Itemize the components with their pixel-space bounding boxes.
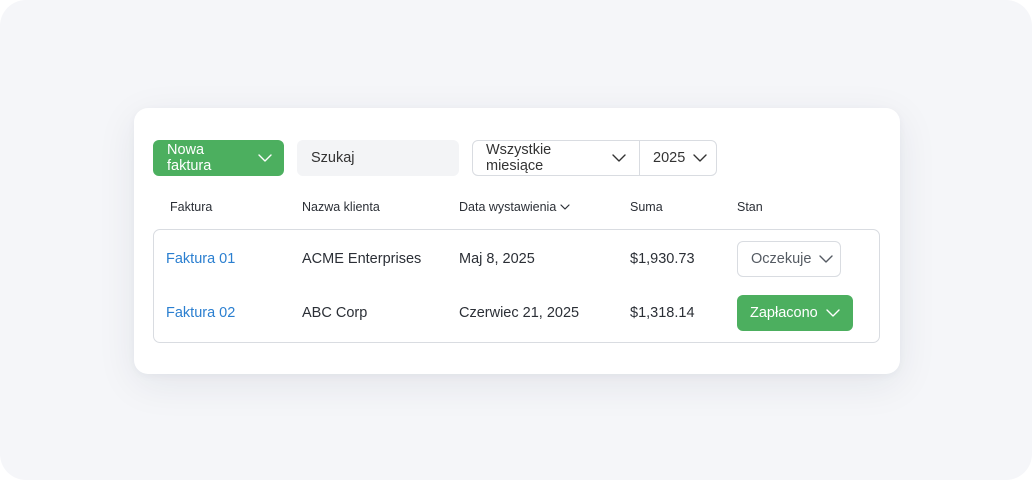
status-label: Zapłacono xyxy=(750,305,818,321)
column-header-label: Nazwa klienta xyxy=(302,200,380,214)
column-header-label: Faktura xyxy=(170,200,213,214)
invoice-link[interactable]: Faktura 01 xyxy=(166,241,235,277)
column-header-invoice[interactable]: Faktura xyxy=(170,200,212,214)
invoice-card: Nowa faktura Szukaj Wszystkie miesiące 2… xyxy=(134,108,900,374)
date-filter-group: Wszystkie miesiące 2025 xyxy=(472,140,717,176)
month-filter-dropdown[interactable]: Wszystkie miesiące xyxy=(473,141,640,175)
table-row: Faktura 02 ABC Corp Czerwiec 21, 2025 $1… xyxy=(154,295,879,331)
chevron-down-icon xyxy=(258,151,272,165)
sort-chevron-down-icon xyxy=(560,204,570,210)
issue-date: Czerwiec 21, 2025 xyxy=(459,305,580,321)
chevron-down-icon xyxy=(693,151,707,165)
status-cell: Oczekuje xyxy=(737,241,841,277)
chevron-down-icon xyxy=(612,151,626,165)
column-header-date[interactable]: Data wystawienia xyxy=(459,200,570,214)
client-name: ACME Enterprises xyxy=(302,251,422,267)
status-label: Oczekuje xyxy=(751,251,812,267)
column-header-total[interactable]: Suma xyxy=(630,200,663,214)
year-filter-dropdown[interactable]: 2025 xyxy=(640,141,716,175)
column-header-label: Stan xyxy=(737,200,763,214)
year-filter-value: 2025 xyxy=(653,150,686,166)
chevron-down-icon xyxy=(826,306,840,320)
status-dropdown-pending[interactable]: Oczekuje xyxy=(737,241,841,277)
toolbar: Nowa faktura Szukaj Wszystkie miesiące 2… xyxy=(153,140,717,176)
month-filter-value: Wszystkie miesiące xyxy=(486,142,552,174)
table-row: Faktura 01 ACME Enterprises Maj 8, 2025 … xyxy=(154,241,879,277)
invoice-total: $1,318.14 xyxy=(630,305,695,321)
page-background: Nowa faktura Szukaj Wszystkie miesiące 2… xyxy=(0,0,1032,480)
table-header: Faktura Nazwa klienta Data wystawienia S… xyxy=(134,200,900,216)
table-body: Faktura 01 ACME Enterprises Maj 8, 2025 … xyxy=(153,229,880,343)
new-invoice-button[interactable]: Nowa faktura xyxy=(153,140,284,176)
column-header-label: Suma xyxy=(630,200,663,214)
issue-date: Maj 8, 2025 xyxy=(459,251,535,267)
status-cell: Zapłacono xyxy=(737,295,853,331)
client-name: ABC Corp xyxy=(302,305,368,321)
status-dropdown-paid[interactable]: Zapłacono xyxy=(737,295,853,331)
column-header-status[interactable]: Stan xyxy=(737,200,763,214)
column-header-client[interactable]: Nazwa klienta xyxy=(302,200,380,214)
invoice-total: $1,930.73 xyxy=(630,251,695,267)
chevron-down-icon xyxy=(819,252,834,266)
search-input[interactable]: Szukaj xyxy=(297,140,459,176)
column-header-label: Data wystawienia xyxy=(459,200,557,214)
new-invoice-label: Nowa faktura xyxy=(167,142,212,174)
invoice-link[interactable]: Faktura 02 xyxy=(166,295,235,331)
search-input-value: Szukaj xyxy=(311,150,355,166)
